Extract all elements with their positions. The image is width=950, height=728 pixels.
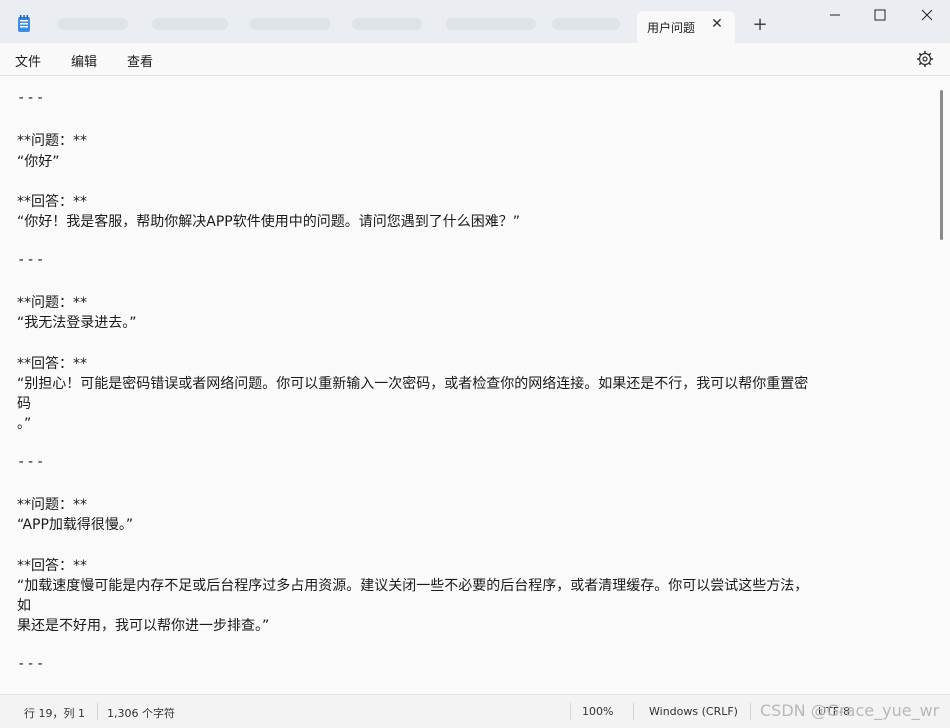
divider bbox=[570, 703, 571, 720]
text-line: “别担心！可能是密码错误或者网络问题。你可以重新输入一次密码，或者检查你的网络连… bbox=[17, 375, 809, 392]
line-ending[interactable]: Windows (CRLF) bbox=[649, 705, 738, 718]
tab-label: 用户问题 bbox=[647, 21, 696, 35]
inactive-tab-blurred[interactable] bbox=[250, 18, 330, 30]
minimize-button[interactable] bbox=[812, 0, 858, 32]
text-line: **问题：** bbox=[17, 295, 87, 311]
vertical-scrollbar[interactable] bbox=[940, 90, 943, 240]
character-count: 1,306 个字符 bbox=[107, 707, 175, 720]
text-line: “加载速度慢可能是内存不足或后台程序过多占用资源。建议关闭一些不必要的后台程序，… bbox=[17, 577, 809, 594]
menu-view[interactable]: 查看 bbox=[127, 51, 153, 70]
menu-edit[interactable]: 编辑 bbox=[71, 51, 97, 70]
watermark: CSDN @Grace_yue_wr bbox=[760, 701, 940, 720]
zoom-level[interactable]: 100% bbox=[582, 705, 613, 718]
text-line: “你好” bbox=[17, 153, 60, 170]
cursor-position: 行 19，列 1 bbox=[24, 707, 85, 720]
title-bar: 用户问题 ✕ + bbox=[0, 0, 950, 43]
text-line: “我无法登录进去。” bbox=[17, 315, 137, 332]
text-line: 码 bbox=[17, 396, 31, 412]
text-line: --- bbox=[17, 655, 46, 672]
new-tab-button[interactable]: + bbox=[751, 16, 769, 34]
maximize-button[interactable] bbox=[857, 0, 903, 32]
menu-file[interactable]: 文件 bbox=[15, 51, 41, 70]
inactive-tab-blurred[interactable] bbox=[446, 18, 536, 30]
inactive-tab-blurred[interactable] bbox=[552, 18, 620, 30]
gear-icon[interactable] bbox=[916, 50, 934, 68]
text-editor[interactable]: --- **问题：** “你好” **回答：** “你好！我是客服，帮助你解决APP软件… bbox=[0, 76, 950, 694]
inactive-tab-blurred[interactable] bbox=[152, 18, 228, 30]
text-line: --- bbox=[17, 453, 46, 470]
text-line: --- bbox=[17, 90, 46, 106]
text-line: “你好！我是客服，帮助你解决APP软件使用中的问题。请问您遇到了什么困难？” bbox=[17, 214, 520, 231]
text-line: **回答：** bbox=[17, 355, 87, 372]
text-line: “APP加载得很慢。” bbox=[17, 517, 134, 534]
tab-active[interactable]: 用户问题 ✕ bbox=[637, 11, 735, 43]
divider bbox=[750, 703, 751, 720]
close-tab-icon[interactable]: ✕ bbox=[709, 16, 725, 32]
inactive-tab-blurred[interactable] bbox=[58, 18, 128, 30]
divider bbox=[633, 703, 634, 720]
menu-bar: 文件 编辑 查看 bbox=[0, 43, 950, 76]
text-line: **回答：** bbox=[17, 557, 87, 574]
text-line: 果还是不好用，我可以帮你进一步排查。” bbox=[17, 618, 270, 635]
text-line: **问题：** bbox=[17, 133, 87, 150]
divider bbox=[97, 703, 98, 720]
text-line: **回答：** bbox=[17, 194, 87, 210]
inactive-tab-blurred[interactable] bbox=[352, 18, 422, 30]
close-window-button[interactable] bbox=[904, 0, 950, 32]
text-line: 如 bbox=[17, 598, 31, 614]
text-line: **问题：** bbox=[17, 497, 87, 513]
notepad-icon bbox=[18, 15, 30, 32]
text-line: --- bbox=[17, 251, 46, 268]
text-line: 。” bbox=[17, 416, 32, 433]
